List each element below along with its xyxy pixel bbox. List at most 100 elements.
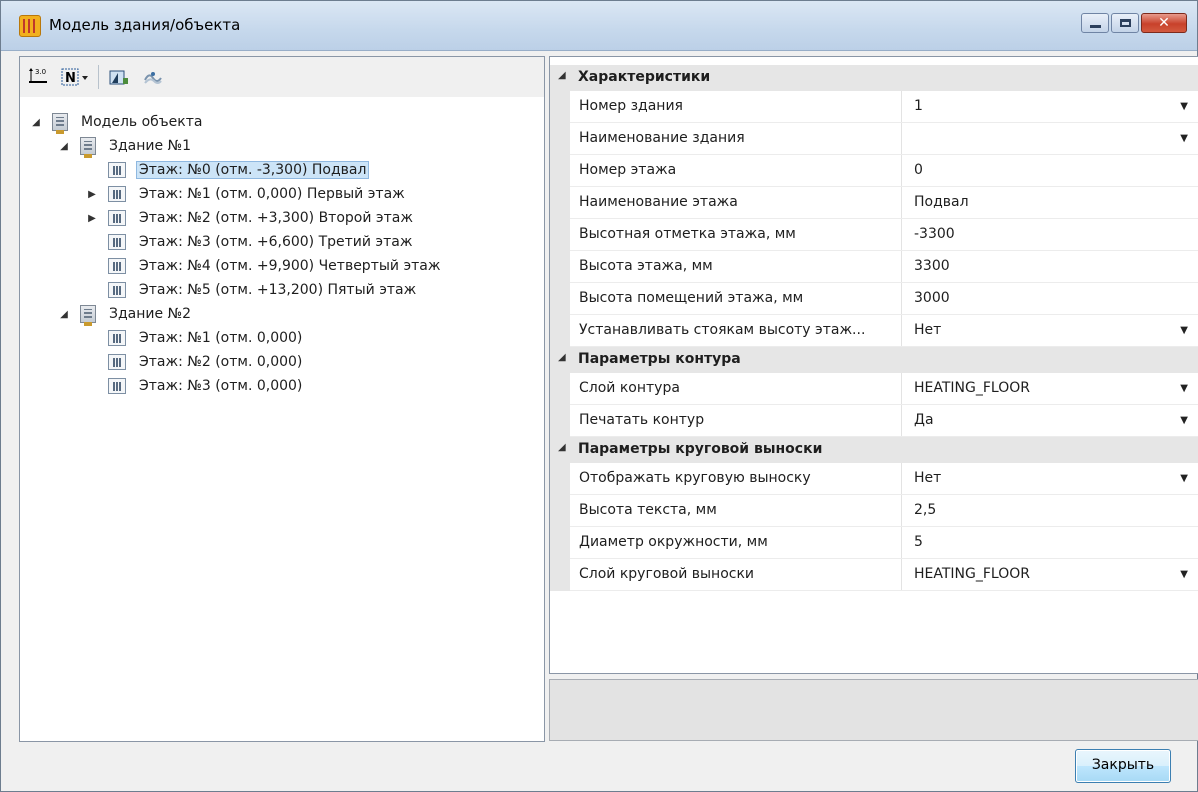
floor-icon [108,330,126,346]
dropdown-arrow-icon[interactable]: ▼ [1180,315,1188,347]
property-name: Высота помещений этажа, мм [579,290,804,306]
tree-node-label: Этаж: №2 (отм. 0,000) [139,354,303,370]
property-value[interactable] [914,123,1174,155]
svg-text:3.0: 3.0 [35,68,46,76]
dropdown-arrow-icon[interactable]: ▼ [1180,123,1188,155]
category-collapse-icon[interactable]: ◢ [558,70,566,81]
property-name: Наименование здания [579,130,745,146]
category-collapse-icon[interactable]: ◢ [558,352,566,363]
dropdown-arrow-icon[interactable]: ▼ [1180,405,1188,437]
tree-node-b2-floor-3[interactable]: Этаж: №3 (отм. 0,000) [86,375,305,397]
property-value[interactable]: 2,5 [914,495,1174,527]
wave-button[interactable] [139,63,167,91]
dropdown-arrow-icon[interactable]: ▼ [1180,373,1188,405]
maximize-button[interactable] [1111,13,1139,33]
minimize-button[interactable] [1081,13,1109,33]
property-name: Высота текста, мм [579,502,717,518]
tree-node-label: Этаж: №3 (отм. +6,600) Третий этаж [139,234,413,250]
numbering-dropdown-button[interactable]: N [58,63,92,91]
expand-arrow-icon[interactable]: ◢ [58,309,70,320]
property-value[interactable]: -3300 [914,219,1174,251]
property-row[interactable]: Высота этажа, мм 3300 [550,251,1198,283]
property-row[interactable]: Номер здания 1 ▼ [550,91,1198,123]
tree-toolbar: 3.0 N [20,57,544,97]
property-name: Печатать контур [579,412,705,428]
tree-node-floor-3[interactable]: Этаж: №3 (отм. +6,600) Третий этаж [86,231,415,253]
tree-node-building-2[interactable]: ◢ Здание №2 [58,303,194,326]
close-button[interactable]: Закрыть [1075,749,1171,783]
tree-node-label: Этаж: №1 (отм. 0,000) [139,330,303,346]
property-value[interactable]: Нет [914,315,1174,347]
category-circular-callout[interactable]: ◢ Параметры круговой выноски [550,437,1198,463]
property-value[interactable]: 5 [914,527,1174,559]
floor-icon [108,234,126,250]
close-window-button[interactable]: ✕ [1141,13,1187,33]
property-value[interactable]: Да [914,405,1174,437]
property-row[interactable]: Высота помещений этажа, мм 3000 [550,283,1198,315]
window-title: Модель здания/объекта [49,16,241,34]
property-row[interactable]: Печатать контур Да ▼ [550,405,1198,437]
dropdown-arrow-icon[interactable]: ▼ [1180,91,1188,123]
property-row[interactable]: Отображать круговую выноску Нет ▼ [550,463,1198,495]
tree-node-floor-4[interactable]: Этаж: №4 (отм. +9,900) Четвертый этаж [86,255,443,277]
property-value[interactable]: HEATING_FLOOR [914,559,1174,591]
property-row[interactable]: Диаметр окружности, мм 5 [550,527,1198,559]
window-controls: ✕ [1081,13,1187,33]
floor-icon [108,210,126,226]
property-row[interactable]: Номер этажа 0 [550,155,1198,187]
floor-icon [108,354,126,370]
tree-node-label: Этаж: №1 (отм. 0,000) Первый этаж [139,186,405,202]
dialog-window: Модель здания/объекта ✕ 3.0 N ◢ Модель о… [0,0,1198,792]
wave-icon [144,72,162,84]
category-label: Параметры контура [578,351,741,367]
category-contour[interactable]: ◢ Параметры контура [550,347,1198,373]
property-value[interactable]: 0 [914,155,1174,187]
dropdown-arrow-icon[interactable]: ▼ [1180,559,1188,591]
title-bar[interactable]: Модель здания/объекта ✕ [1,1,1197,51]
tree-node-label: Этаж: №3 (отм. 0,000) [139,378,303,394]
collapsed-arrow-icon[interactable]: ▶ [86,213,98,224]
elevation-button[interactable]: 3.0 [24,63,52,91]
property-row[interactable]: Слой контура HEATING_FLOOR ▼ [550,373,1198,405]
tree-node-b2-floor-1[interactable]: Этаж: №1 (отм. 0,000) [86,327,305,349]
tree-node-floor-0[interactable]: Этаж: №0 (отм. -3,300) Подвал [86,159,370,181]
model-tree: ◢ Модель объекта ◢ Здание №1 Этаж: №0 (о… [20,101,544,741]
property-row[interactable]: Высотная отметка этажа, мм -3300 [550,219,1198,251]
property-value[interactable]: 3300 [914,251,1174,283]
property-value[interactable]: 1 [914,91,1174,123]
property-row[interactable]: Слой круговой выноски HEATING_FLOOR ▼ [550,559,1198,591]
tree-node-floor-5[interactable]: Этаж: №5 (отм. +13,200) Пятый этаж [86,279,419,301]
close-icon: ✕ [1158,15,1170,31]
tree-node-label: Здание №1 [109,138,192,154]
property-value[interactable]: Нет [914,463,1174,495]
category-collapse-icon[interactable]: ◢ [558,442,566,453]
property-value[interactable]: Подвал [914,187,1174,219]
property-row[interactable]: Высота текста, мм 2,5 [550,495,1198,527]
property-value[interactable]: 3000 [914,283,1174,315]
property-value[interactable]: HEATING_FLOOR [914,373,1174,405]
expand-arrow-icon[interactable]: ◢ [58,141,70,152]
floor-icon [108,378,126,394]
svg-text:N: N [65,71,76,86]
building-view-icon [109,70,128,85]
property-name: Номер здания [579,98,683,114]
property-name: Диаметр окружности, мм [579,534,768,550]
tree-node-root[interactable]: ◢ Модель объекта [30,111,205,134]
collapsed-arrow-icon[interactable]: ▶ [86,189,98,200]
building-view-button[interactable] [105,63,133,91]
property-name: Устанавливать стоякам высоту этаж... [579,322,866,338]
expand-arrow-icon[interactable]: ◢ [30,117,42,128]
tree-node-floor-1[interactable]: ▶ Этаж: №1 (отм. 0,000) Первый этаж [86,183,408,205]
property-name: Высота этажа, мм [579,258,713,274]
dropdown-arrow-icon[interactable]: ▼ [1180,463,1188,495]
category-label: Параметры круговой выноски [578,441,823,457]
property-row[interactable]: Наименование этажа Подвал [550,187,1198,219]
toolbar-separator [98,65,99,89]
tree-node-label: Этаж: №5 (отм. +13,200) Пятый этаж [139,282,417,298]
category-characteristics[interactable]: ◢ Характеристики [550,65,1198,91]
property-row[interactable]: Наименование здания ▼ [550,123,1198,155]
property-row[interactable]: Устанавливать стоякам высоту этаж... Нет… [550,315,1198,347]
tree-node-b2-floor-2[interactable]: Этаж: №2 (отм. 0,000) [86,351,305,373]
tree-node-floor-2[interactable]: ▶ Этаж: №2 (отм. +3,300) Второй этаж [86,207,416,229]
tree-node-building-1[interactable]: ◢ Здание №1 [58,135,194,158]
